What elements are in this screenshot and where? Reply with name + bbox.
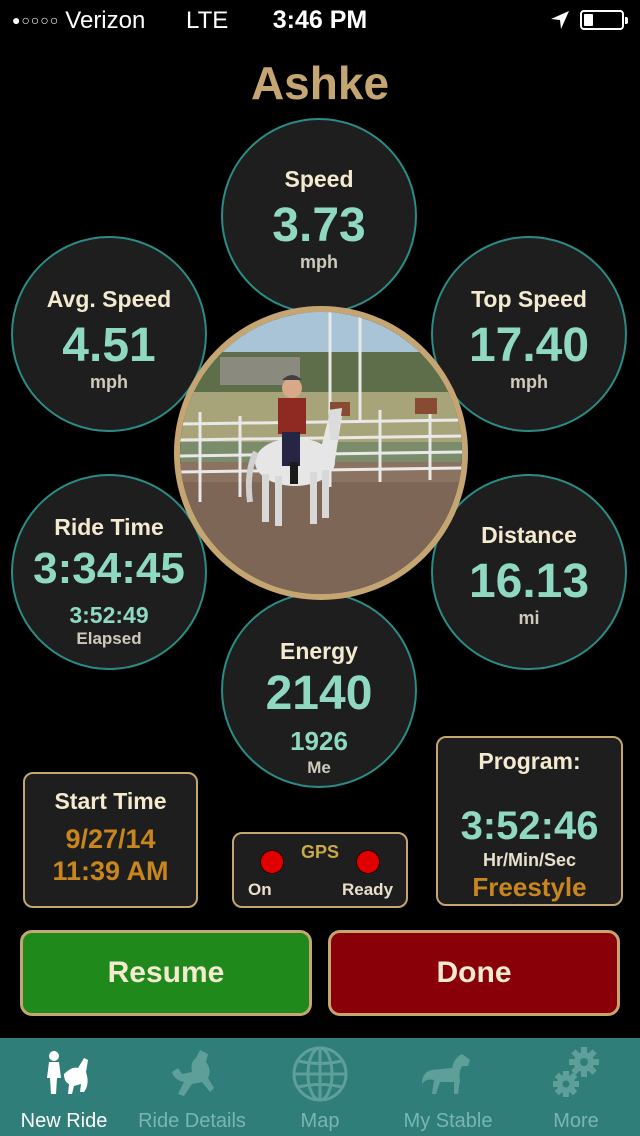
avg-speed-value: 4.51 xyxy=(62,319,156,372)
avg-speed-label: Avg. Speed xyxy=(46,286,172,312)
tab-label: My Stable xyxy=(403,1110,493,1132)
tab-label: Ride Details xyxy=(138,1110,246,1132)
top-speed-circle: Top Speed 17.40 mph xyxy=(431,236,627,432)
speed-circle: Speed 3.73 mph xyxy=(221,118,417,314)
tab-more[interactable]: More xyxy=(512,1038,640,1136)
start-time-label: Start Time xyxy=(54,788,167,814)
horse-name-title: Ashke xyxy=(250,57,390,109)
battery-icon xyxy=(580,10,628,30)
ride-time-label: Ride Time xyxy=(54,514,164,540)
tab-label: More xyxy=(553,1110,599,1132)
tab-bar: New Ride Ride Details Map My Stable More xyxy=(0,1038,640,1136)
start-time-box: Start Time 9/27/14 11:39 AM xyxy=(23,772,198,908)
location-arrow-icon xyxy=(551,11,569,29)
tab-map[interactable]: Map xyxy=(256,1038,384,1136)
speed-label: Speed xyxy=(284,166,354,192)
energy-unit: Me xyxy=(307,758,331,777)
top-speed-unit: mph xyxy=(510,372,548,392)
speed-value: 3.73 xyxy=(272,199,366,252)
distance-label: Distance xyxy=(481,522,577,548)
program-label: Program: xyxy=(478,748,581,774)
avg-speed-circle: Avg. Speed 4.51 mph xyxy=(11,236,207,432)
speed-unit: mph xyxy=(300,252,338,272)
tab-my-stable[interactable]: My Stable xyxy=(384,1038,512,1136)
ride-time-circle: Ride Time 3:34:45 3:52:49 Elapsed xyxy=(11,474,207,670)
rearing-horse-icon xyxy=(172,1050,214,1096)
tab-ride-details[interactable]: Ride Details xyxy=(128,1038,256,1136)
ride-time-value: 3:34:45 xyxy=(33,544,185,593)
gps-on-label: On xyxy=(248,880,272,899)
horse-icon xyxy=(422,1054,470,1094)
start-time-value: 11:39 AM xyxy=(52,856,169,886)
gps-ready-indicator-icon xyxy=(356,850,380,874)
tab-label: New Ride xyxy=(20,1110,108,1132)
program-mode: Freestyle xyxy=(472,872,587,902)
ride-time-elapsed-value: 3:52:49 xyxy=(69,602,149,628)
distance-value: 16.13 xyxy=(468,555,590,608)
avg-speed-unit: mph xyxy=(90,372,128,392)
gears-icon xyxy=(553,1047,599,1097)
gps-on-indicator-icon xyxy=(260,850,284,874)
program-box[interactable]: Program: 3:52:46 Hr/Min/Sec Freestyle xyxy=(436,736,623,906)
top-speed-label: Top Speed xyxy=(471,286,587,312)
rider-horse-icon xyxy=(47,1051,88,1094)
done-button[interactable]: Done xyxy=(328,930,620,1016)
globe-icon xyxy=(292,1046,348,1102)
energy-value: 2140 xyxy=(265,667,373,720)
energy-label: Energy xyxy=(280,638,358,664)
program-time-value: 3:52:46 xyxy=(460,804,599,848)
resume-button[interactable]: Resume xyxy=(20,930,312,1016)
energy-secondary-value: 1926 xyxy=(290,726,348,756)
tab-new-ride[interactable]: New Ride xyxy=(0,1038,128,1136)
horse-photo[interactable] xyxy=(174,306,468,600)
energy-circle: Energy 2140 1926 Me xyxy=(221,592,417,788)
distance-unit: mi xyxy=(518,608,540,628)
horse-rider-image xyxy=(180,312,462,594)
status-time: 3:46 PM xyxy=(272,6,368,34)
ride-time-elapsed-label: Elapsed xyxy=(76,629,142,648)
program-time-unit: Hr/Min/Sec xyxy=(482,850,577,870)
gps-ready-label: Ready xyxy=(342,880,394,899)
distance-circle: Distance 16.13 mi xyxy=(431,474,627,670)
start-date-value: 9/27/14 xyxy=(65,824,156,854)
gps-status-box: GPS On Ready xyxy=(232,832,408,908)
status-bar: ●○○○○ Verizon LTE 3:46 PM xyxy=(0,0,640,40)
tab-label: Map xyxy=(300,1110,340,1132)
top-speed-value: 17.40 xyxy=(468,319,590,372)
